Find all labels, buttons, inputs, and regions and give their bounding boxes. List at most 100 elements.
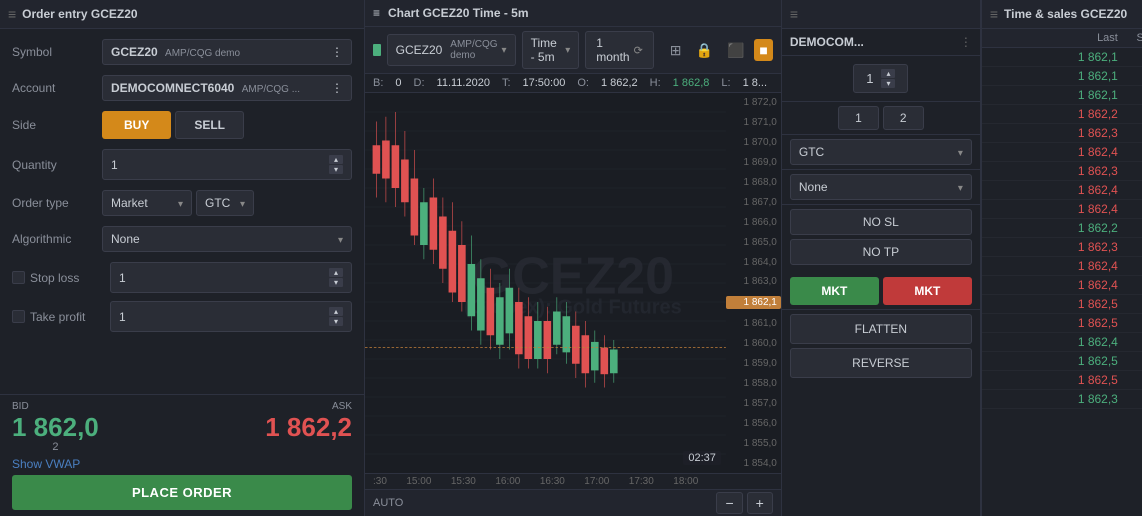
quantity-label: Quantity (12, 158, 102, 172)
quantity-decrement[interactable]: ▾ (329, 165, 343, 174)
position-qty-increment[interactable]: ▴ (881, 69, 895, 78)
quantity-stepper[interactable]: ▴ ▾ (329, 155, 343, 174)
order-entry-menu-icon[interactable]: ≡ (8, 6, 16, 22)
chart-grid-button[interactable]: ⊞ (666, 38, 686, 63)
ts-size: 1 (1118, 164, 1142, 178)
position-btn-2[interactable]: 2 (883, 106, 924, 130)
chart-panel: ≡ Chart GCEZ20 Time - 5m GCEZ20 AMP/CQG … (365, 0, 781, 516)
take-profit-checkbox[interactable] (12, 310, 25, 323)
symbol-field: GCEZ20 AMP/CQG demo ⋮ (102, 39, 352, 65)
take-profit-checkbox-label[interactable]: Take profit (12, 310, 102, 324)
price-scale-5: 1 868,0 (726, 177, 781, 188)
position-none-dropdown[interactable]: None (790, 174, 972, 200)
position-mkt-buy-button[interactable]: MKT (790, 277, 879, 305)
chart-period-button[interactable]: 1 month ⟳ (585, 31, 654, 69)
ts-price: 1 862,4 (990, 259, 1118, 273)
time-sales-row: 1 862,5 1 (982, 371, 1142, 390)
sell-button[interactable]: SELL (175, 111, 244, 139)
stop-loss-checkbox-label[interactable]: Stop loss (12, 271, 102, 285)
price-scale-4: 1 869,0 (726, 157, 781, 168)
algorithmic-row: Algorithmic None (12, 226, 352, 252)
time-sales-row: 1 862,5 1 (982, 314, 1142, 333)
position-no-sl-button[interactable]: NO SL (790, 209, 972, 235)
position-gtc-dropdown[interactable]: GTC (790, 139, 972, 165)
position-qty-decrement[interactable]: ▾ (881, 79, 895, 88)
order-entry-panel: ≡ Order entry GCEZ20 Symbol GCEZ20 AMP/C… (0, 0, 365, 516)
time-label-0: :30 (373, 476, 387, 487)
show-vwap-link[interactable]: Show VWAP (12, 457, 352, 471)
position-account-dots[interactable]: ⋮ (960, 35, 972, 49)
stop-loss-decrement[interactable]: ▾ (329, 278, 343, 287)
stop-loss-stepper[interactable]: ▴ ▾ (329, 268, 343, 287)
position-gtc-row: GTC (782, 135, 980, 170)
chart-info-high: 1 862,8 (673, 77, 710, 89)
show-vwap-label[interactable]: Show VWAP (12, 453, 80, 475)
time-sales-rows: 1 862,1 1 1 862,1 1 1 862,1 1 1 862,2 1 … (982, 48, 1142, 516)
ts-price: 1 862,5 (990, 297, 1118, 311)
place-order-button[interactable]: PLACE ORDER (12, 475, 352, 510)
chart-timeframe-value: Time - 5m (531, 36, 562, 64)
chart-menu-icon[interactable]: ≡ (373, 6, 380, 20)
order-tif-dropdown[interactable]: GTC (196, 190, 254, 216)
chart-timeframe-dropdown[interactable]: Time - 5m ▾ (522, 31, 580, 69)
candlestick-chart (365, 93, 726, 473)
quantity-increment[interactable]: ▴ (329, 155, 343, 164)
position-qty-value: 1 (866, 71, 873, 86)
time-sales-header: ≡ Time & sales GCEZ20 (982, 0, 1142, 29)
symbol-select[interactable]: GCEZ20 AMP/CQG demo ⋮ (102, 39, 352, 65)
chart-info-bid-label: B: (373, 77, 383, 89)
take-profit-increment[interactable]: ▴ (329, 307, 343, 316)
ts-price: 1 862,5 (990, 373, 1118, 387)
algorithmic-chevron (338, 232, 343, 246)
take-profit-stepper[interactable]: ▴ ▾ (329, 307, 343, 326)
side-buttons: BUY SELL (102, 111, 352, 139)
chart-zoom-out-button[interactable]: − (716, 492, 742, 514)
position-none-chevron (958, 180, 963, 194)
chart-info-deal-label: D: (414, 77, 425, 89)
time-label-7: 18:00 (673, 476, 698, 487)
time-sales-menu-icon[interactable]: ≡ (990, 6, 998, 22)
ts-size: 1 (1118, 373, 1142, 387)
position-btn-1[interactable]: 1 (838, 106, 879, 130)
price-scale-top: 1 872,0 (726, 97, 781, 108)
algorithmic-dropdown[interactable]: None (102, 226, 352, 252)
ts-size: 1 (1118, 316, 1142, 330)
position-flatten-button[interactable]: FLATTEN (790, 314, 972, 344)
chart-orange-button[interactable]: ■ (754, 39, 772, 61)
bid-ask-section: BID 1 862,0 2 ASK 1 862,2 Show VWAP PLAC… (0, 394, 364, 516)
stop-loss-increment[interactable]: ▴ (329, 268, 343, 277)
time-sales-row: 1 862,3 2 (982, 390, 1142, 409)
buy-button[interactable]: BUY (102, 111, 171, 139)
ts-size-header: Size (1118, 32, 1142, 44)
chart-zoom-controls: − + (716, 492, 772, 514)
account-value: DEMOCOMNECT6040 (111, 81, 234, 95)
time-label-6: 17:30 (629, 476, 654, 487)
price-scale-9: 1 864,0 (726, 257, 781, 268)
account-dots-icon[interactable]: ⋮ (331, 81, 343, 95)
stop-loss-checkbox[interactable] (12, 271, 25, 284)
ts-price: 1 862,2 (990, 221, 1118, 235)
chart-screenshot-button[interactable]: ⬛ (723, 38, 748, 63)
symbol-dots-icon[interactable]: ⋮ (331, 45, 343, 59)
time-sales-row: 1 862,3 1 (982, 124, 1142, 143)
ts-price: 1 862,3 (990, 240, 1118, 254)
ts-size: 1 (1118, 50, 1142, 64)
chart-lock-button[interactable]: 🔒 (692, 38, 717, 63)
order-type-dropdown[interactable]: Market (102, 190, 192, 216)
position-menu-icon[interactable]: ≡ (790, 6, 798, 22)
chart-symbol-dropdown[interactable]: GCEZ20 AMP/CQG demo ▾ (387, 34, 516, 66)
symbol-label: Symbol (12, 45, 102, 59)
position-no-tp-button[interactable]: NO TP (790, 239, 972, 265)
position-qty-stepper[interactable]: ▴ ▾ (881, 69, 895, 88)
order-type-chevron (178, 196, 183, 210)
ts-price: 1 862,4 (990, 278, 1118, 292)
chart-zoom-in-button[interactable]: + (747, 492, 773, 514)
take-profit-decrement[interactable]: ▾ (329, 317, 343, 326)
time-sales-row: 1 862,1 1 (982, 86, 1142, 105)
chart-body[interactable]: GCEZ20 (Globex): Gold Futures 1 872,0 1 … (365, 93, 781, 473)
position-none-value: None (799, 180, 828, 194)
account-select[interactable]: DEMOCOMNECT6040 AMP/CQG ... ⋮ (102, 75, 352, 101)
position-reverse-button[interactable]: REVERSE (790, 348, 972, 378)
ts-price: 1 862,3 (990, 164, 1118, 178)
position-mkt-sell-button[interactable]: MKT (883, 277, 972, 305)
